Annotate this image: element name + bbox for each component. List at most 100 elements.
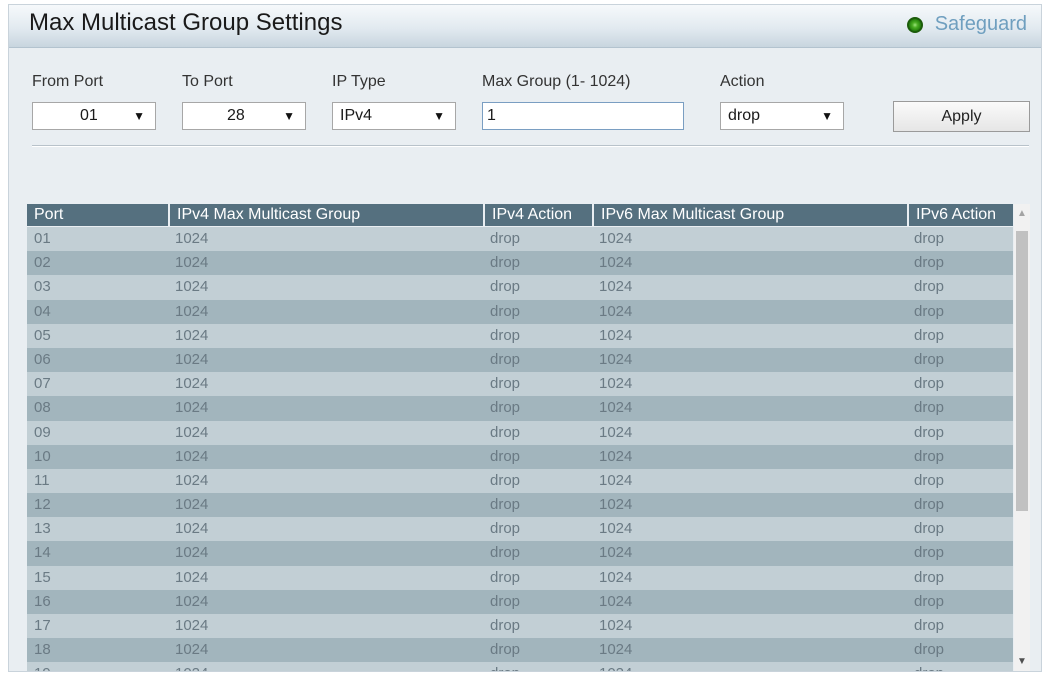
cell-ipv6-action: drop	[914, 496, 945, 514]
ip-type-label: IP Type	[332, 73, 386, 90]
cell-port: 19	[27, 662, 168, 671]
cell-ipv6-max: 1024	[599, 447, 633, 465]
cell-ipv4-action: drop	[490, 230, 521, 247]
scroll-up-arrow-icon[interactable]: ▲	[1014, 208, 1030, 219]
cell-ipv6-max: 1024	[592, 662, 907, 671]
table-row: 11 1024 drop 1024 drop	[27, 468, 1013, 494]
cell-ipv4-max: 1024	[168, 662, 483, 671]
safeguard-indicator[interactable]: Safeguard	[906, 13, 1027, 36]
safeguard-status-icon	[906, 16, 923, 33]
to-port-value: 28	[227, 107, 245, 124]
cell-ipv4-action: drop	[483, 662, 592, 671]
cell-ipv6-max: 1024	[599, 230, 633, 247]
cell-ipv6-max: 1024	[599, 399, 633, 417]
apply-button[interactable]: Apply	[893, 101, 1030, 132]
cell-ipv4-action: drop	[490, 399, 521, 417]
cell-port: 12	[34, 496, 51, 514]
cell-ipv4-action: drop	[490, 471, 521, 489]
chevron-down-icon: ▼	[283, 109, 295, 123]
scroll-down-arrow-icon[interactable]: ▼	[1014, 656, 1030, 667]
table-row: 10 1024 drop 1024 drop	[27, 444, 1013, 469]
cell-ipv6-action: drop	[914, 520, 945, 538]
table-row: 13 1024 drop 1024 drop	[27, 517, 1013, 542]
cell-ipv4-action: drop	[490, 278, 521, 296]
cell-ipv6-action: drop	[914, 447, 945, 465]
cell-ipv6-action: drop	[914, 278, 945, 296]
max-group-label: Max Group (1- 1024)	[482, 73, 631, 90]
cell-ipv4-max: 1024	[175, 568, 209, 586]
action-value: drop	[728, 107, 761, 124]
from-port-value: 01	[80, 107, 98, 124]
scroll-thumb[interactable]	[1016, 231, 1028, 511]
table-row: 12 1024 drop 1024 drop	[27, 493, 1013, 518]
cell-ipv6-action: drop	[914, 471, 945, 489]
cell-ipv6-action: drop	[914, 641, 945, 659]
cell-ipv4-action: drop	[490, 544, 521, 562]
cell-ipv6-action: drop	[914, 568, 945, 586]
divider	[32, 145, 1029, 147]
cell-ipv4-action: drop	[490, 617, 521, 634]
action-select[interactable]: drop ▼	[720, 102, 844, 130]
cell-port: 07	[34, 375, 51, 393]
cell-ipv6-max: 1024	[599, 302, 633, 320]
cell-ipv4-max: 1024	[175, 254, 209, 272]
cell-ipv6-action: drop	[914, 399, 945, 417]
to-port-select[interactable]: 28 ▼	[182, 102, 306, 130]
table-row: 15 1024 drop 1024 drop	[27, 565, 1013, 590]
cell-ipv6-max: 1024	[599, 592, 633, 610]
cell-ipv4-action: drop	[490, 302, 521, 320]
cell-ipv6-max: 1024	[599, 254, 633, 272]
table-scrollbar[interactable]: ▲ ▼	[1014, 204, 1030, 671]
cell-port: 13	[34, 520, 51, 538]
table-row: 06 1024 drop 1024 drop	[27, 347, 1013, 373]
cell-port: 02	[34, 254, 51, 272]
from-port-label: From Port	[32, 73, 104, 90]
ip-type-select[interactable]: IPv4 ▼	[332, 102, 456, 130]
cell-port: 03	[34, 278, 51, 296]
chevron-down-icon: ▼	[821, 109, 833, 123]
cell-port: 05	[34, 326, 51, 344]
cell-ipv4-max: 1024	[175, 350, 209, 368]
table-row: 16 1024 drop 1024 drop	[27, 589, 1013, 614]
cell-ipv4-max: 1024	[175, 423, 209, 441]
table-body: 01 1024 drop 1024 drop 02 1024 drop 1024 drop 03 10…	[27, 227, 1013, 671]
cell-port: 08	[34, 399, 51, 417]
cell-port: 15	[34, 568, 51, 586]
from-port-select[interactable]: 01 ▼	[32, 102, 156, 130]
cell-ipv6-action: drop	[907, 662, 1013, 671]
column-header-ipv4-action: IPv4 Action	[483, 204, 592, 226]
cell-port: 17	[34, 617, 51, 634]
table-row: 05 1024 drop 1024 drop	[27, 323, 1013, 348]
cell-ipv6-max: 1024	[599, 471, 633, 489]
cell-port: 09	[34, 423, 51, 441]
table-header: Port IPv4 Max Multicast Group IPv4 Actio…	[27, 204, 1013, 226]
cell-ipv4-max: 1024	[175, 617, 209, 634]
cell-ipv4-action: drop	[490, 350, 521, 368]
cell-ipv4-max: 1024	[175, 326, 209, 344]
max-group-input[interactable]	[482, 102, 684, 130]
cell-ipv6-action: drop	[914, 617, 945, 634]
column-header-port: Port	[34, 206, 64, 223]
cell-ipv4-action: drop	[490, 326, 521, 344]
cell-ipv6-max: 1024	[599, 326, 633, 344]
column-header-ipv6-action: IPv6 Action	[907, 204, 1013, 226]
cell-port: 10	[34, 447, 51, 465]
table-row: 04 1024 drop 1024 drop	[27, 299, 1013, 324]
cell-ipv6-action: drop	[914, 592, 945, 610]
cell-ipv6-action: drop	[914, 302, 945, 320]
cell-ipv4-action: drop	[490, 568, 521, 586]
column-header-ipv4-max: IPv4 Max Multicast Group	[168, 204, 483, 226]
cell-ipv4-action: drop	[490, 641, 521, 659]
page-title: Max Multicast Group Settings	[29, 9, 343, 36]
chevron-down-icon: ▼	[433, 109, 445, 123]
action-label: Action	[720, 73, 765, 90]
safeguard-label: Safeguard	[934, 13, 1027, 35]
cell-ipv6-max: 1024	[599, 544, 633, 562]
cell-ipv6-max: 1024	[599, 496, 633, 514]
cell-ipv4-max: 1024	[175, 496, 209, 514]
cell-ipv6-action: drop	[914, 544, 945, 562]
cell-ipv4-action: drop	[490, 254, 521, 272]
table-row: 01 1024 drop 1024 drop	[27, 227, 1013, 252]
cell-port: 18	[34, 641, 51, 659]
chevron-down-icon: ▼	[133, 109, 145, 123]
